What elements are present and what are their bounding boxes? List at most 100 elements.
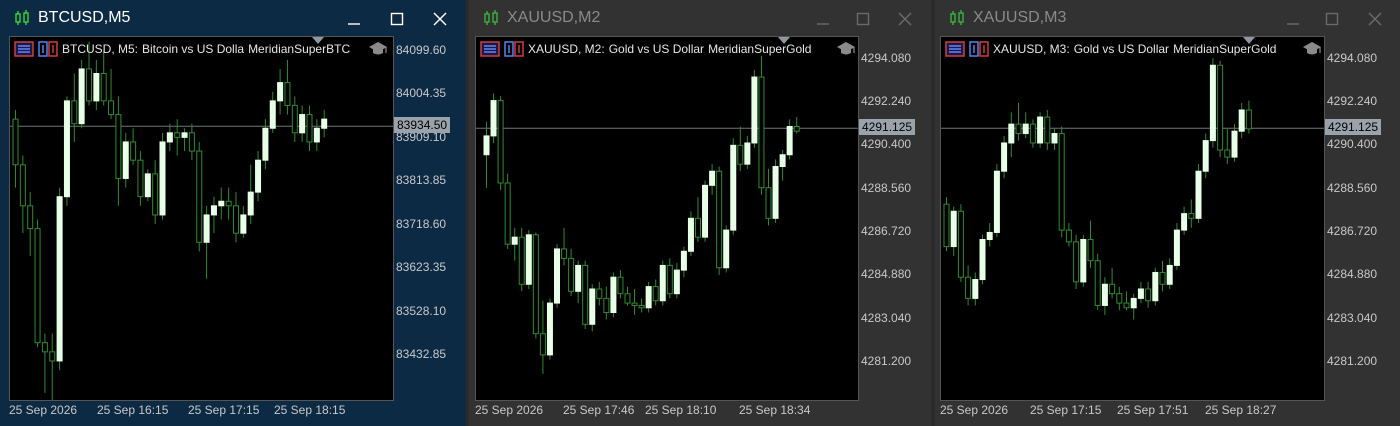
minimize-button[interactable]	[809, 8, 837, 30]
candle-body-bull	[1195, 170, 1202, 219]
candle	[1022, 112, 1029, 139]
minimize-button[interactable]	[1279, 8, 1307, 30]
candle	[723, 225, 730, 273]
time-axis[interactable]: 25 Sep 2026 25 Sep 17:15 25 Sep 17:51 25 Se…	[940, 401, 1325, 426]
maximize-button[interactable]	[849, 8, 877, 30]
candle-body-bear	[603, 297, 610, 314]
candle	[306, 105, 313, 152]
candle	[159, 132, 166, 220]
candle	[1166, 258, 1173, 289]
price-axis[interactable]: 4294.080 4292.240 4290.400 4288.560 4286.720…	[859, 36, 931, 401]
chart-window-btcusd-m5[interactable]: BTCUSD,M5 BTCUSD, M5: Bitcoin vs US Doll…	[0, 0, 466, 426]
close-button[interactable]	[891, 8, 919, 30]
window-titlebar[interactable]: XAUUSD,M2	[469, 0, 931, 36]
candlestick-icon	[14, 10, 30, 26]
candle	[1238, 102, 1245, 139]
price-axis[interactable]: 4294.080 4292.240 4290.400 4288.560 4286.720…	[1325, 36, 1400, 401]
candle	[638, 298, 645, 313]
time-tick-label: 25 Sep 18:34	[739, 403, 811, 417]
candle-body-bear	[115, 114, 122, 179]
candle	[979, 234, 986, 285]
candle-body-bull	[779, 154, 786, 168]
list-icon[interactable]	[945, 41, 965, 57]
candle-body-bear	[130, 141, 137, 161]
current-price-label: 83934.50	[394, 117, 451, 134]
time-axis[interactable]: 25 Sep 2026 25 Sep 16:15 25 Sep 17:15 25 Se…	[9, 401, 394, 426]
candle	[624, 286, 631, 306]
chart-plot-area[interactable]: XAUUSD, M2: Gold vs US Dollar MeridianSu…	[475, 36, 859, 401]
candle	[19, 155, 26, 234]
chart-indicator-label: MeridianSuperGold	[708, 42, 812, 56]
candle	[1094, 253, 1101, 311]
candlestick-icon	[483, 10, 499, 26]
candle-body-bull	[1166, 264, 1173, 285]
list-icon[interactable]	[14, 41, 34, 57]
candle-body-bear	[108, 100, 115, 116]
maximize-button[interactable]	[1318, 8, 1346, 30]
candle	[1058, 126, 1065, 238]
candle-body-bull	[321, 118, 328, 129]
chart-shift-marker[interactable]	[778, 37, 790, 44]
candle-body-bear	[716, 170, 723, 269]
candle	[71, 73, 78, 142]
one-click-trading-icon[interactable]	[969, 41, 989, 57]
candle-body-bear	[539, 333, 546, 356]
graduation-cap-icon[interactable]	[836, 40, 856, 58]
candle-body-bear	[568, 257, 575, 292]
candle	[93, 59, 100, 110]
window-title: XAUUSD,M2	[507, 9, 601, 26]
candle-body-bull	[203, 214, 210, 243]
candle	[130, 128, 137, 165]
candle-body-bull	[610, 276, 617, 314]
chart-window-xauusd-m2[interactable]: XAUUSD,M2 XAUUSD, M2: Gold vs US Dollar …	[469, 0, 931, 426]
candle-body-bear	[1116, 293, 1123, 304]
chart-window-xauusd-m3[interactable]: XAUUSD,M3 XAUUSD, M3: Gold vs US Dollar …	[935, 0, 1400, 426]
chart-shift-marker[interactable]	[1243, 37, 1255, 44]
price-tick-label: 4292.240	[861, 93, 912, 108]
candle-body-bull	[709, 170, 716, 186]
candle-body-bull	[1181, 213, 1188, 231]
candle-body-bull	[181, 132, 188, 138]
candle	[277, 68, 284, 115]
window-titlebar[interactable]: BTCUSD,M5	[0, 0, 466, 36]
window-titlebar[interactable]: XAUUSD,M3	[935, 0, 1400, 36]
candle-body-bull	[122, 141, 129, 179]
candle-body-bear	[71, 100, 78, 125]
price-tick-label: 4288.560	[861, 180, 912, 195]
candle	[1073, 234, 1080, 289]
candle	[203, 205, 210, 279]
candle-body-bull	[56, 196, 63, 362]
chart-plot-area[interactable]: XAUUSD, M3: Gold vs US Dollar MeridianSu…	[940, 36, 1325, 401]
list-icon[interactable]	[480, 41, 500, 57]
one-click-trading-icon[interactable]	[504, 41, 524, 57]
candle	[603, 286, 610, 320]
one-click-trading-icon[interactable]	[38, 41, 58, 57]
candle	[1181, 206, 1188, 235]
time-tick-label: 25 Sep 18:15	[274, 403, 346, 417]
close-button[interactable]	[426, 8, 454, 30]
candle	[709, 164, 716, 195]
chart-shift-marker[interactable]	[312, 37, 324, 44]
candle-body-bear	[188, 132, 195, 152]
candle	[1130, 293, 1137, 320]
candle-body-bull	[1008, 123, 1015, 144]
candle-body-bull	[972, 279, 979, 299]
candle	[786, 119, 793, 160]
graduation-cap-icon[interactable]	[368, 40, 388, 58]
maximize-button[interactable]	[383, 8, 411, 30]
chart-plot-area[interactable]: BTCUSD, M5: Bitcoin vs US Dolla Meridian…	[9, 36, 394, 401]
candle	[568, 248, 575, 297]
candle-body-bear	[695, 217, 701, 238]
candle	[1008, 112, 1015, 158]
time-tick-label: 25 Sep 17:51	[1117, 403, 1189, 417]
candle-body-bull	[299, 114, 306, 134]
candle	[561, 227, 568, 266]
candlestick-chart	[10, 41, 393, 400]
close-button[interactable]	[1361, 8, 1389, 30]
candle-body-bear	[1109, 283, 1116, 295]
candle-body-bear	[737, 144, 744, 165]
time-axis[interactable]: 25 Sep 2026 25 Sep 17:46 25 Sep 18:10 25 Se…	[475, 401, 859, 426]
price-axis[interactable]: 84099.60 84004.35 83909.10 83813.85 83718.60…	[394, 36, 466, 401]
graduation-cap-icon[interactable]	[1302, 40, 1322, 58]
minimize-button[interactable]	[340, 8, 368, 30]
